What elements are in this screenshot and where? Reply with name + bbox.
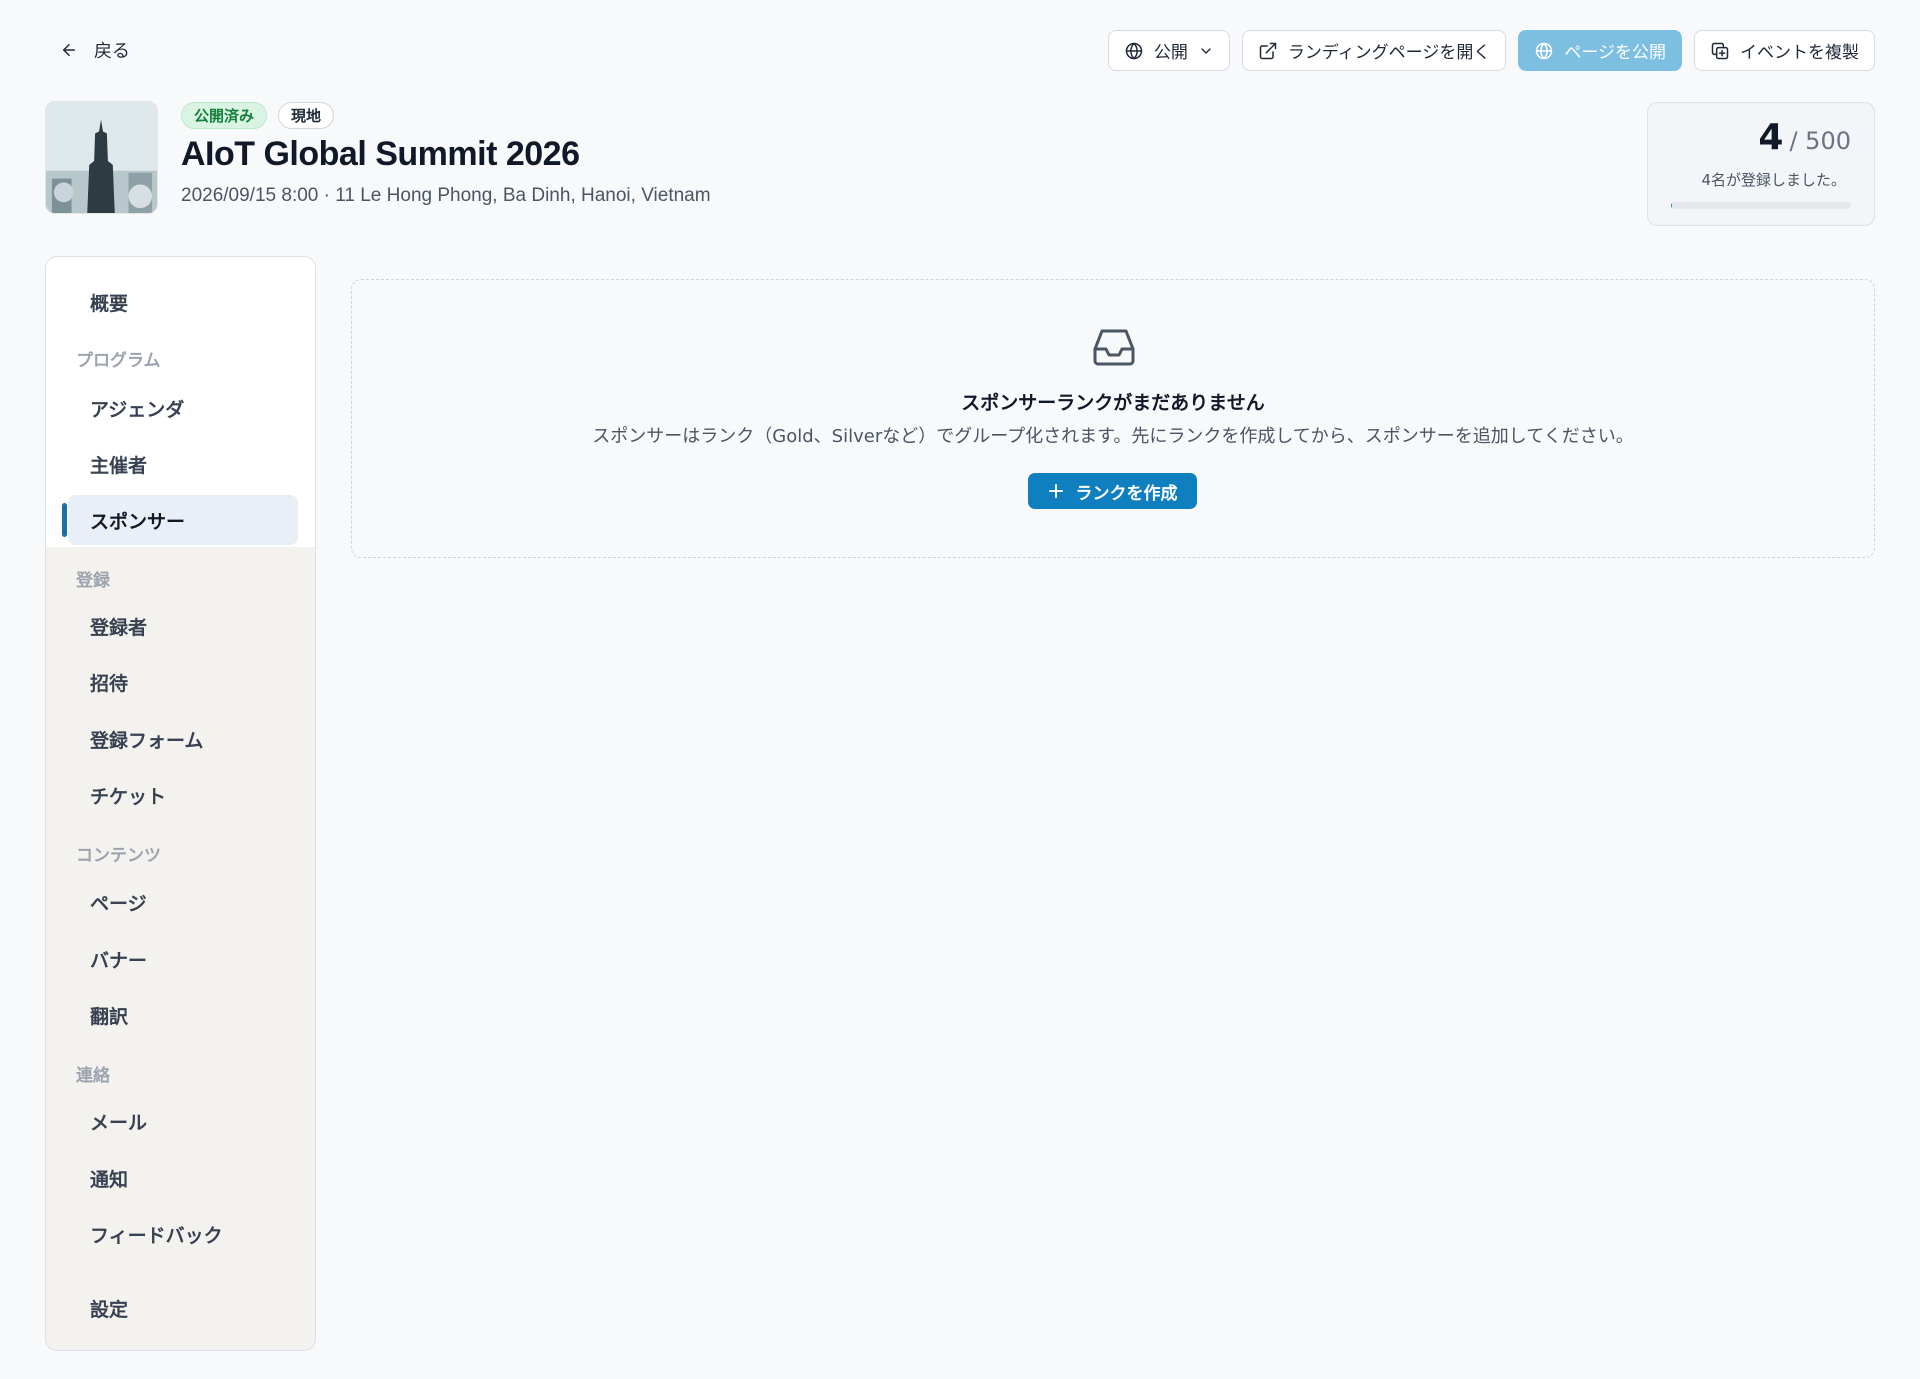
visibility-label: 公開 bbox=[1153, 43, 1188, 63]
sidebar-item-label: アジェンダ bbox=[90, 398, 185, 421]
event-date-location: 2026/09/15 8:00 · 11 Le Hong Phong, Ba D… bbox=[181, 185, 711, 206]
duplicate-event-button[interactable]: イベントを複製 bbox=[1694, 30, 1875, 71]
plus-icon bbox=[1048, 484, 1063, 498]
sidebar-item-banners[interactable]: バナー bbox=[68, 934, 298, 984]
registration-text: 4名が登録しました。 bbox=[1701, 171, 1846, 189]
globe-icon bbox=[1536, 41, 1553, 60]
duplicate-event-label: イベントを複製 bbox=[1740, 43, 1859, 63]
registration-progress-fill bbox=[1671, 202, 1673, 209]
sidebar-item-label: バナー bbox=[90, 949, 148, 972]
sidebar-item-overview[interactable]: 概要 bbox=[68, 277, 298, 327]
arrow-left-icon bbox=[63, 44, 75, 56]
sidebar-item-label: スポンサー bbox=[90, 510, 186, 533]
publish-page-label: ページを公開 bbox=[1564, 43, 1666, 63]
status-badge: 公開済み bbox=[181, 102, 268, 129]
sidebar-item-settings[interactable]: 設定 bbox=[68, 1283, 298, 1333]
event-type-badge: 現地 bbox=[278, 102, 335, 129]
publish-page-button[interactable]: ページを公開 bbox=[1518, 30, 1682, 71]
sidebar-item-email[interactable]: メール bbox=[68, 1096, 298, 1146]
create-rank-label: ランクを作成 bbox=[1075, 483, 1178, 504]
sidebar-section-content: コンテンツ bbox=[76, 846, 161, 866]
sidebar-item-label: 設定 bbox=[90, 1298, 129, 1321]
copy-plus-icon bbox=[1711, 42, 1729, 59]
back-button[interactable]: 戻る bbox=[60, 36, 130, 64]
capacity-total: / 500 bbox=[1789, 127, 1851, 155]
event-thumbnail bbox=[45, 101, 158, 214]
sidebar-item-label: 登録者 bbox=[90, 616, 148, 639]
sponsor-ranks-empty-state bbox=[351, 279, 1875, 558]
inbox-icon bbox=[1093, 329, 1135, 366]
event-sidebar-nav: 概要 プログラム アジェンダ 主催者 スポンサー 登録 登録者 招待 登録フォー… bbox=[45, 256, 316, 1351]
event-badges: 公開済み 現地 bbox=[181, 102, 335, 129]
globe-icon bbox=[1125, 41, 1143, 60]
registration-summary-card: 4 / 500 4名が登録しました。 bbox=[1647, 102, 1875, 226]
sidebar-item-feedback[interactable]: フィードバック bbox=[68, 1209, 298, 1259]
sidebar-item-tickets[interactable]: チケット bbox=[68, 770, 298, 820]
sidebar-item-registration-form[interactable]: 登録フォーム bbox=[68, 714, 298, 764]
registration-progress-bar bbox=[1671, 202, 1851, 209]
create-rank-button[interactable]: ランクを作成 bbox=[1028, 473, 1197, 509]
sidebar-item-label: フィードバック bbox=[90, 1224, 223, 1247]
registration-count: 4 / 500 bbox=[1758, 117, 1851, 158]
sidebar-item-label: ページ bbox=[90, 892, 147, 915]
sidebar-item-label: 招待 bbox=[90, 672, 129, 695]
sidebar-item-registrants[interactable]: 登録者 bbox=[68, 601, 298, 651]
sidebar-item-sponsors[interactable]: スポンサー bbox=[62, 495, 298, 545]
open-landing-page-button[interactable]: ランディングページを開く bbox=[1241, 30, 1507, 71]
sidebar-item-invitations[interactable]: 招待 bbox=[68, 657, 298, 707]
open-landing-page-label: ランディングページを開く bbox=[1287, 43, 1491, 63]
sidebar-item-label: 主催者 bbox=[90, 454, 148, 477]
toolbar: 公開 ランディングページを開く ページを公開 イベントを複製 bbox=[1107, 30, 1875, 71]
sidebar-section-communication: 連絡 bbox=[76, 1066, 110, 1086]
back-label: 戻る bbox=[94, 41, 130, 62]
registered-count: 4 bbox=[1758, 117, 1784, 158]
sidebar-item-label: チケット bbox=[90, 785, 167, 808]
sidebar-item-notifications[interactable]: 通知 bbox=[68, 1153, 298, 1203]
event-sponsors-page: 戻る 公開 ランディングページを開く ページを公開 イベントを複製 公開済み 現… bbox=[0, 0, 1920, 1379]
sidebar-item-agenda[interactable]: アジェンダ bbox=[68, 383, 298, 433]
sidebar-item-pages[interactable]: ページ bbox=[68, 877, 298, 927]
sidebar-item-label: 通知 bbox=[90, 1168, 129, 1191]
event-title: AIoT Global Summit 2026 bbox=[181, 135, 580, 173]
sidebar-item-organizers[interactable]: 主催者 bbox=[68, 439, 298, 489]
chevron-down-icon bbox=[1201, 47, 1211, 54]
sidebar-item-label: メール bbox=[90, 1111, 148, 1134]
sidebar-item-label: 翻訳 bbox=[90, 1005, 129, 1028]
visibility-dropdown[interactable]: 公開 bbox=[1107, 30, 1230, 71]
sidebar-item-label: 概要 bbox=[90, 292, 129, 315]
empty-state-description: スポンサーはランク（Gold、Silverなど）でグループ化されます。先にランク… bbox=[592, 426, 1634, 447]
sidebar-item-translations[interactable]: 翻訳 bbox=[68, 990, 298, 1040]
sidebar-item-label: 登録フォーム bbox=[90, 729, 204, 752]
sidebar-section-registration: 登録 bbox=[76, 571, 110, 591]
sidebar-section-program: プログラム bbox=[76, 351, 161, 371]
external-link-icon bbox=[1259, 42, 1277, 59]
empty-state-title: スポンサーランクがまだありません bbox=[961, 392, 1265, 414]
